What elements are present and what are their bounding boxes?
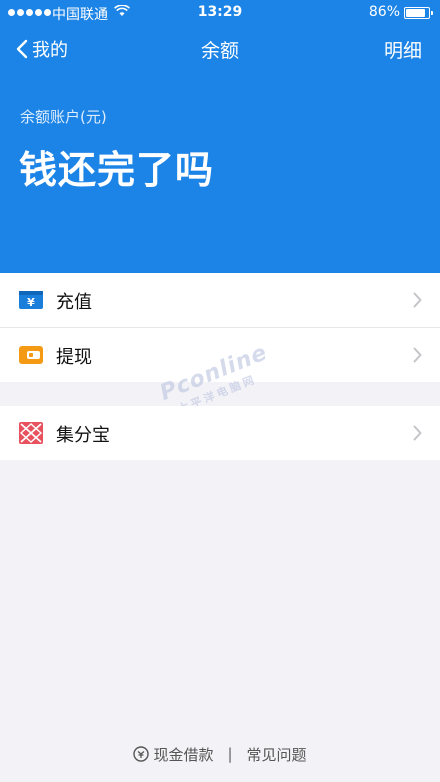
chevron-right-icon [413, 292, 422, 308]
jifenbao-row[interactable]: 集分宝 [0, 406, 440, 460]
battery-icon [404, 7, 433, 19]
recharge-icon: ¥ [19, 291, 43, 309]
chevron-right-icon [413, 347, 422, 363]
back-button[interactable]: 我的 [16, 36, 68, 62]
jifenbao-icon [19, 422, 43, 444]
withdraw-label: 提现 [56, 347, 92, 368]
nav-bar: 我的 余额 明细 [0, 30, 440, 70]
battery-percent: 86% [368, 4, 400, 20]
points-group: 集分宝 [0, 406, 440, 460]
page-title: 余额 [200, 40, 239, 62]
chevron-right-icon [413, 425, 422, 441]
footer-links: 现金借款 | 常见问题 [0, 742, 440, 766]
balance-header: 中国联通 13:29 86% 我的 余额 明细 余额账户(元) 钱还完了吗 [0, 0, 440, 273]
cash-loan-link[interactable]: 现金借款 [133, 744, 213, 765]
jifenbao-label: 集分宝 [56, 425, 110, 446]
back-label: 我的 [32, 40, 68, 61]
detail-button[interactable]: 明细 [384, 36, 422, 63]
cash-loan-label: 现金借款 [153, 745, 214, 764]
balance-label: 余额账户(元) [20, 108, 107, 126]
status-bar: 中国联通 13:29 86% [0, 0, 440, 26]
chevron-left-icon [16, 39, 28, 59]
footer-separator: | [227, 745, 233, 763]
faq-link[interactable]: 常见问题 [247, 744, 307, 765]
loan-icon [133, 746, 150, 762]
wallet-icon [19, 346, 43, 364]
balance-value: 钱还完了吗 [19, 148, 215, 192]
recharge-row[interactable]: ¥ 充值 [0, 273, 440, 327]
recharge-label: 充值 [56, 292, 92, 313]
svg-text:¥: ¥ [27, 296, 35, 309]
